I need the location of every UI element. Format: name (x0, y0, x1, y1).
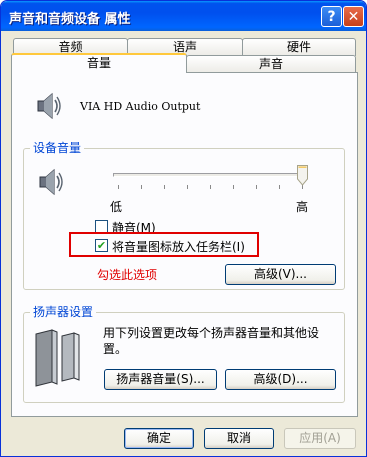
slider-tick (233, 185, 234, 189)
group-title: 扬声器设置 (30, 305, 97, 319)
volume-speaker-icon (39, 168, 63, 196)
slider-tick (279, 185, 280, 189)
slider-tick (210, 185, 211, 189)
tab-label: 语声 (172, 40, 197, 54)
annotation-text: 勾选此选项 (97, 268, 158, 282)
apply-button: 应用(A) (284, 428, 356, 449)
device-volume-group: 设备音量 低 高 静音(M) ✔ 将音量图标放入任务栏(I) 勾选此选项 高级(… (23, 141, 345, 290)
advanced-speaker-button[interactable]: 高级(D)... (225, 369, 336, 390)
cancel-button[interactable]: 取消 (204, 428, 274, 449)
tab-label: 音量 (86, 56, 111, 70)
close-icon: ✕ (347, 8, 360, 25)
close-button[interactable]: ✕ (343, 6, 364, 27)
tab-hardware[interactable]: 硬件 (242, 38, 356, 56)
volume-slider[interactable] (108, 165, 314, 195)
slider-track (113, 173, 303, 177)
slider-tick (118, 185, 119, 189)
speaker-description: 用下列设置更改每个扬声器音量和其他设置。 (103, 326, 320, 356)
speaker-icon (37, 92, 61, 120)
advanced-volume-button[interactable]: 高级(V)... (225, 264, 336, 285)
slider-low-label: 低 (110, 200, 123, 214)
speaker-volume-button[interactable]: 扬声器音量(S)... (104, 369, 217, 390)
device-name: VIA HD Audio Output (80, 100, 201, 113)
slider-tick (256, 185, 257, 189)
volume-tab-panel: VIA HD Audio Output 设备音量 低 高 静音(M) ✔ 将音量… (11, 72, 358, 417)
slider-tick (141, 185, 142, 189)
highlight-box (69, 232, 259, 257)
group-title: 设备音量 (30, 141, 85, 155)
tab-volume[interactable]: 音量 (11, 53, 187, 73)
ok-button[interactable]: 确定 (124, 428, 194, 449)
speaker-settings-group: 扬声器设置 用下列设置更改每个扬声器音量和其他设置。 扬声器音量(S)... 高… (23, 305, 345, 403)
tab-sounds[interactable]: 声音 (186, 55, 356, 73)
help-button[interactable]: ? (321, 6, 342, 27)
properties-dialog: 声音和音频设备 属性 ? ✕ 音频 语声 硬件 音量 声音 VIA HD Aud… (0, 0, 367, 457)
title-bar[interactable]: 声音和音频设备 属性 ? ✕ (1, 1, 366, 31)
slider-high-label: 高 (296, 200, 309, 214)
slider-thumb[interactable] (297, 165, 308, 186)
tab-label: 硬件 (286, 40, 311, 54)
tab-label: 声音 (258, 57, 283, 71)
tab-label: 音频 (58, 40, 83, 54)
slider-tick (187, 185, 188, 189)
window-title: 声音和音频设备 属性 (9, 12, 131, 27)
slider-tick (164, 185, 165, 189)
speakers-icon (35, 329, 80, 387)
